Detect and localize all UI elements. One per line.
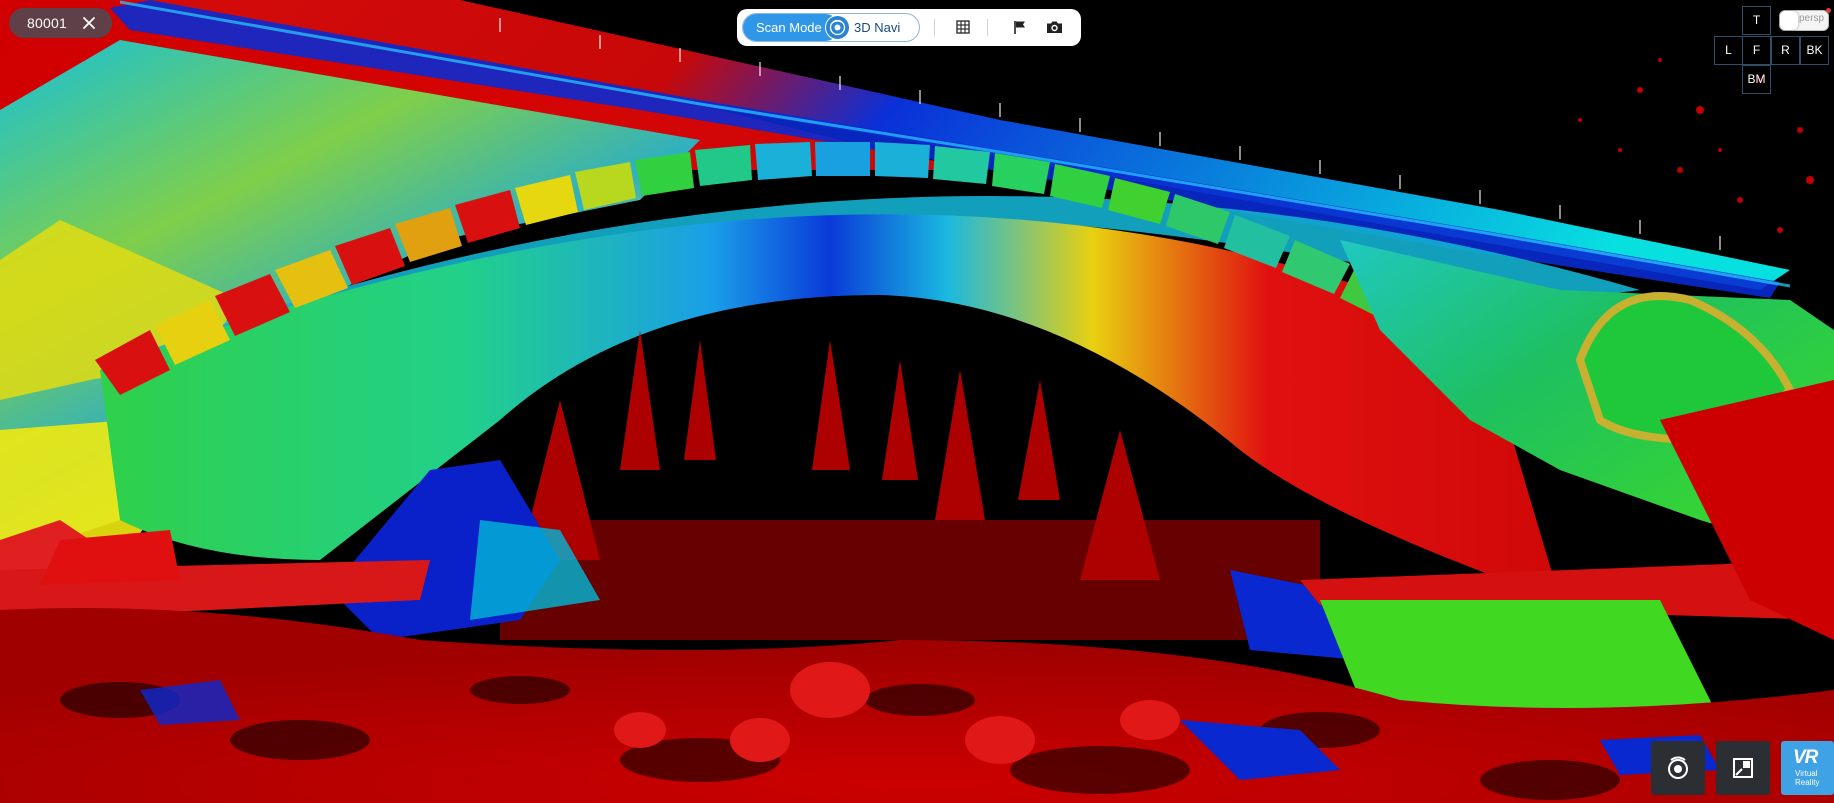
toolbar-divider xyxy=(987,19,988,36)
view-left-button[interactable]: L xyxy=(1714,36,1743,65)
measure-button[interactable] xyxy=(1651,741,1705,795)
mode-switch-icon[interactable] xyxy=(825,15,850,40)
point-cloud-viewport[interactable] xyxy=(0,0,1834,803)
toolbar-divider xyxy=(934,19,935,36)
view-back-button[interactable]: BK xyxy=(1800,36,1829,65)
3d-navi-button[interactable]: 3D Navi xyxy=(854,14,900,41)
scan-id-tag: 80001 xyxy=(9,8,112,38)
camera-icon[interactable] xyxy=(1043,16,1065,38)
view-bottom-button[interactable]: BM xyxy=(1742,65,1771,94)
window-toggle-button[interactable] xyxy=(1716,741,1770,795)
projection-toggle-knob[interactable] xyxy=(1780,11,1798,30)
projection-toggle[interactable]: persp xyxy=(1779,8,1831,31)
mode-toggle[interactable]: Scan Mode 3D Navi xyxy=(742,13,920,42)
view-top-button[interactable]: T xyxy=(1742,6,1771,35)
grid-icon[interactable] xyxy=(952,16,974,38)
view-right-button[interactable]: R xyxy=(1771,36,1800,65)
vr-button[interactable]: VR Virtual Reality xyxy=(1781,741,1834,795)
projection-indicator xyxy=(1826,8,1831,13)
view-front-button[interactable]: F xyxy=(1742,36,1771,65)
vr-label: Virtual Reality xyxy=(1795,769,1820,787)
window-icon xyxy=(1733,758,1753,778)
scan-id: 80001 xyxy=(27,15,67,31)
top-toolbar: Scan Mode 3D Navi xyxy=(737,9,1081,46)
measure-icon xyxy=(1668,756,1688,779)
vr-logo: VR xyxy=(1793,747,1818,768)
viewer-stage[interactable]: 80001 Scan Mode 3D Navi T L F R BK BM pe… xyxy=(0,0,1834,803)
projection-label: persp xyxy=(1798,13,1824,24)
flag-icon[interactable] xyxy=(1009,16,1031,38)
close-icon[interactable] xyxy=(79,13,99,33)
